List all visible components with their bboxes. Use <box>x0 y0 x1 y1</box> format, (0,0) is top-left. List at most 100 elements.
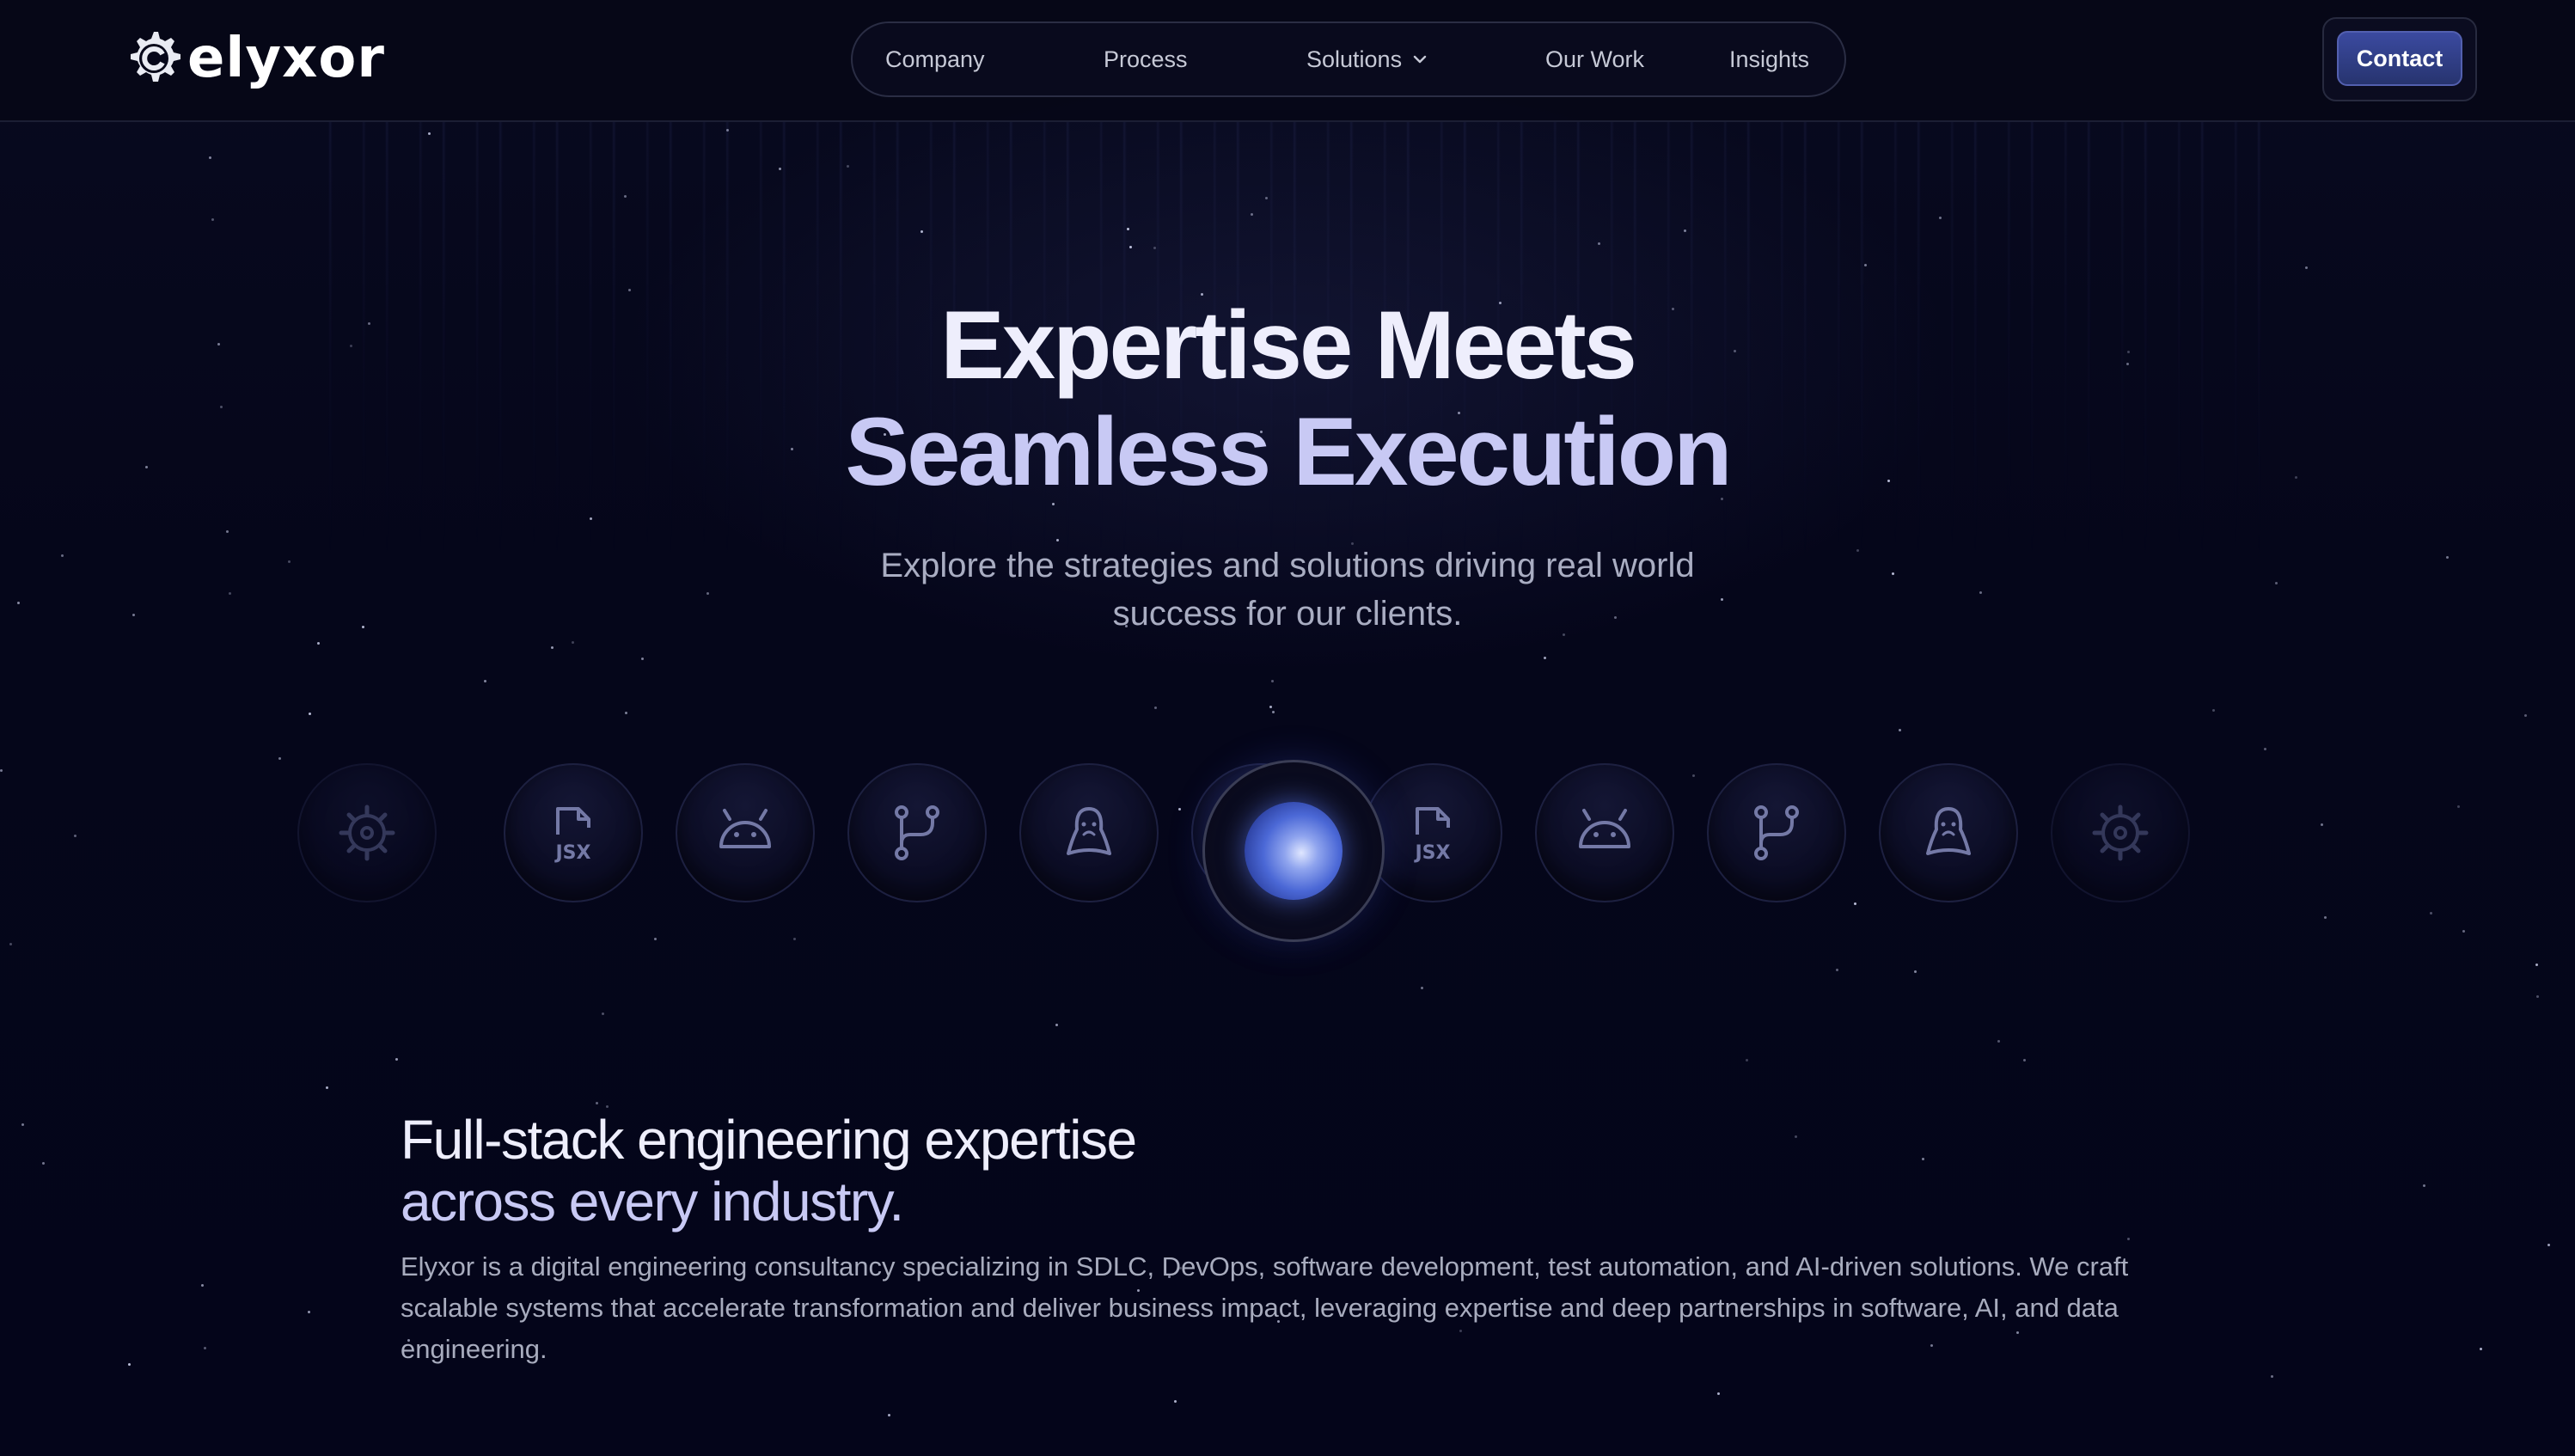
star <box>1997 1040 2000 1043</box>
star <box>847 165 849 168</box>
tech-icon-carousel: JSX JSX <box>297 748 2235 954</box>
nav-item-company[interactable]: Company <box>885 23 985 95</box>
star <box>17 602 20 604</box>
star <box>2535 964 2538 966</box>
nav-item-solutions[interactable]: Solutions <box>1306 23 1429 95</box>
chevron-down-icon <box>1413 55 1427 64</box>
carousel-item <box>1707 763 1846 902</box>
star <box>1544 657 1546 659</box>
star <box>226 530 229 533</box>
star <box>641 658 644 660</box>
carousel-item: JSX <box>1363 763 1502 902</box>
star <box>2023 1059 2026 1061</box>
starfield <box>0 0 2575 1456</box>
contact-button-frame: Contact <box>2322 17 2477 101</box>
nav-item-label: Our Work <box>1545 46 1645 72</box>
star <box>309 713 311 715</box>
carousel-item <box>847 763 987 902</box>
star <box>1421 987 1423 989</box>
star <box>1272 711 1275 713</box>
android-icon <box>1579 809 1630 848</box>
carousel-item <box>2051 763 2190 902</box>
carousel-item: JSX <box>504 763 643 902</box>
page: elyxor Company Process Solutions Our Wor… <box>0 0 2575 1456</box>
star <box>1265 197 1268 199</box>
nav-item-label: Solutions <box>1306 46 1403 72</box>
nav-item-insights[interactable]: Insights <box>1729 23 1809 95</box>
star <box>42 1162 45 1165</box>
jsx-label: JSX <box>1414 842 1451 864</box>
logo-text: elyxor <box>187 27 385 90</box>
star <box>2271 1375 2273 1378</box>
star <box>2321 823 2323 826</box>
hero-title-line2: Seamless Execution <box>845 398 1732 505</box>
nav-item-process[interactable]: Process <box>1104 23 1188 95</box>
star <box>204 1347 206 1349</box>
star <box>1836 969 1838 971</box>
star <box>628 289 631 291</box>
star <box>606 1105 609 1108</box>
star <box>888 1414 890 1416</box>
star <box>1979 591 1982 594</box>
star <box>572 641 574 644</box>
gear-icon <box>339 804 395 861</box>
star <box>1269 706 1272 708</box>
git-branch-icon <box>1754 805 1799 860</box>
star <box>1153 247 1156 249</box>
star <box>21 1123 24 1126</box>
star <box>625 712 627 714</box>
jsx-label: JSX <box>554 842 591 864</box>
about-title-line1: Full-stack engineering expertise <box>401 1109 1137 1171</box>
main-nav: Company Process Solutions Our Work Insig… <box>851 21 1846 97</box>
star <box>1129 246 1132 248</box>
star <box>1251 213 1253 216</box>
glowing-orb-icon <box>1245 802 1343 900</box>
star <box>1795 1135 1797 1138</box>
star <box>706 592 709 595</box>
star <box>2462 930 2465 933</box>
star <box>1892 572 1894 575</box>
center-orb <box>1202 760 1385 942</box>
star <box>2324 916 2327 919</box>
carousel-item <box>297 763 437 902</box>
star <box>1914 970 1917 973</box>
star <box>1899 729 1901 731</box>
carousel-item <box>1019 763 1159 902</box>
star <box>1864 264 1867 266</box>
star <box>921 230 923 233</box>
carousel-item <box>676 763 815 902</box>
star <box>0 769 3 772</box>
star <box>278 757 281 760</box>
android-icon <box>719 809 771 848</box>
star <box>308 1311 310 1313</box>
star <box>484 680 486 682</box>
star <box>288 560 291 563</box>
hero-subtitle: Explore the strategies and solutions dri… <box>880 547 1695 633</box>
star <box>201 1284 204 1287</box>
star <box>9 943 12 945</box>
star <box>551 646 554 649</box>
star <box>1939 217 1942 219</box>
star <box>1271 680 1274 682</box>
about-title: Full-stack engineering expertise across … <box>401 1109 1518 1233</box>
star <box>1684 229 1686 232</box>
linux-icon <box>1067 807 1111 855</box>
star <box>2536 995 2539 998</box>
jsx-file-icon: JSX <box>1414 807 1451 864</box>
logo[interactable]: elyxor <box>124 26 385 91</box>
nav-item-our-work[interactable]: Our Work <box>1545 23 1644 95</box>
star <box>590 517 592 520</box>
star <box>1746 1059 1748 1061</box>
star <box>596 1102 598 1104</box>
about-body: Elyxor is a digital engineering consulta… <box>401 1251 2129 1364</box>
git-branch-icon <box>895 805 939 860</box>
star <box>2275 582 2278 584</box>
star <box>2547 1244 2550 1246</box>
star <box>61 554 64 557</box>
contact-button[interactable]: Contact <box>2337 31 2462 86</box>
star <box>1922 1158 1924 1160</box>
hero-title-line1: Expertise Meets <box>940 291 1637 399</box>
hero-title: Expertise Meets Seamless Execution <box>0 292 2575 505</box>
star <box>1127 228 1129 230</box>
star <box>1154 707 1157 709</box>
